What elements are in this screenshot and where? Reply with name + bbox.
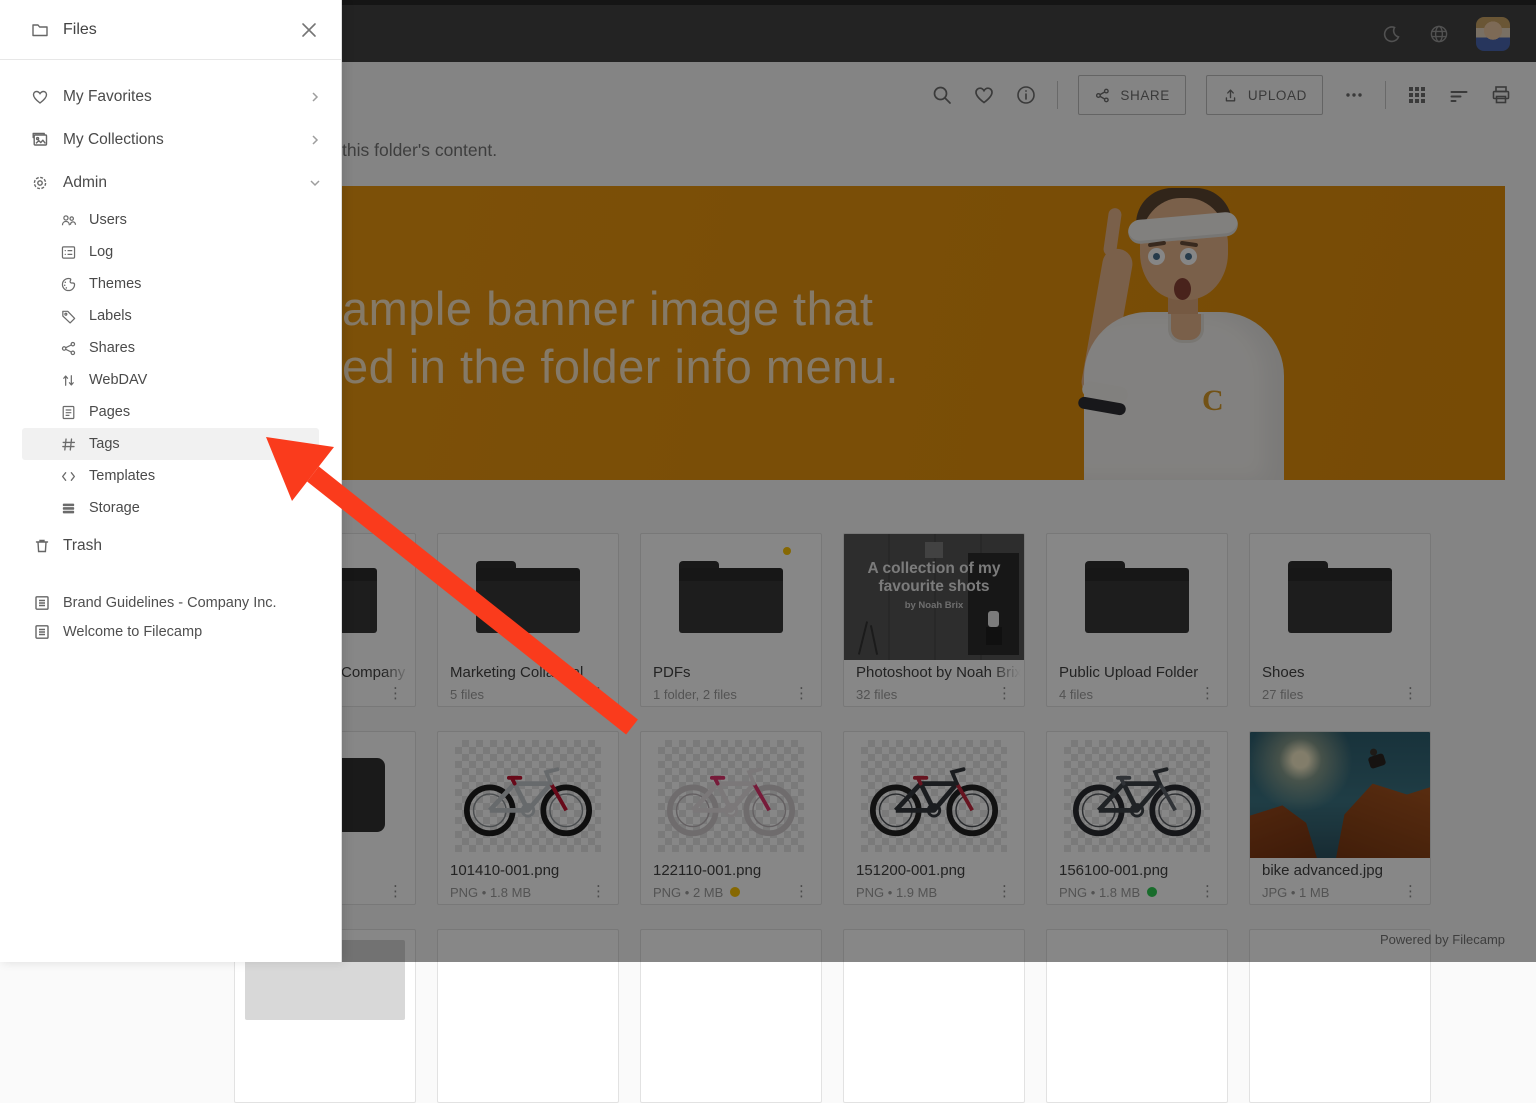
sidebar-item-my-favorites[interactable]: My Favorites [0, 75, 341, 118]
files-drawer-sidebar: Files My Favorites My Collections Admin … [0, 0, 342, 962]
sidebar-item-pages[interactable]: Pages [22, 396, 319, 428]
note-icon [33, 623, 51, 641]
gear-icon [31, 174, 49, 192]
heart-icon [31, 88, 49, 106]
collections-icon [31, 131, 49, 149]
sidebar-link-welcome-to-filecamp[interactable]: Welcome to Filecamp [0, 617, 341, 646]
drawer-title: Files [63, 21, 97, 39]
log-icon [60, 244, 77, 261]
sidebar-link-brand-guidelines-company-inc[interactable]: Brand Guidelines - Company Inc. [0, 588, 341, 617]
tags-icon [60, 436, 77, 453]
sidebar-item-webdav[interactable]: WebDAV [22, 364, 319, 396]
close-icon[interactable] [299, 20, 319, 40]
drawer-header: Files [0, 0, 341, 60]
shares-icon [60, 340, 77, 357]
sidebar-item-shares[interactable]: Shares [22, 332, 319, 364]
sidebar-item-log[interactable]: Log [22, 236, 319, 268]
chevron-right-icon [309, 134, 321, 146]
chevron-right-icon [309, 91, 321, 103]
sidebar-item-storage[interactable]: Storage [22, 492, 319, 524]
sidebar-item-my-collections[interactable]: My Collections [0, 118, 341, 161]
pages-icon [60, 404, 77, 421]
sidebar-item-themes[interactable]: Themes [22, 268, 319, 300]
sidebar-item-users[interactable]: Users [22, 204, 319, 236]
sidebar-links: Brand Guidelines - Company Inc. Welcome … [0, 588, 341, 646]
sidebar-item-labels[interactable]: Labels [22, 300, 319, 332]
sidebar-item-admin[interactable]: Admin [0, 161, 341, 204]
note-icon [33, 594, 51, 612]
sidebar-item-tags[interactable]: Tags [22, 428, 319, 460]
labels-icon [60, 308, 77, 325]
templates-icon [60, 468, 77, 485]
themes-icon [60, 276, 77, 293]
chevron-down-icon [309, 177, 321, 189]
users-icon [60, 212, 77, 229]
sidebar-item-templates[interactable]: Templates [22, 460, 319, 492]
admin-submenu: Users Log Themes Labels Shares WebDAV Pa… [0, 204, 341, 524]
folder-icon [31, 21, 49, 39]
sidebar-item-trash[interactable]: Trash [0, 524, 341, 567]
storage-icon [60, 500, 77, 517]
webdav-icon [60, 372, 77, 389]
trash-icon [33, 537, 51, 555]
